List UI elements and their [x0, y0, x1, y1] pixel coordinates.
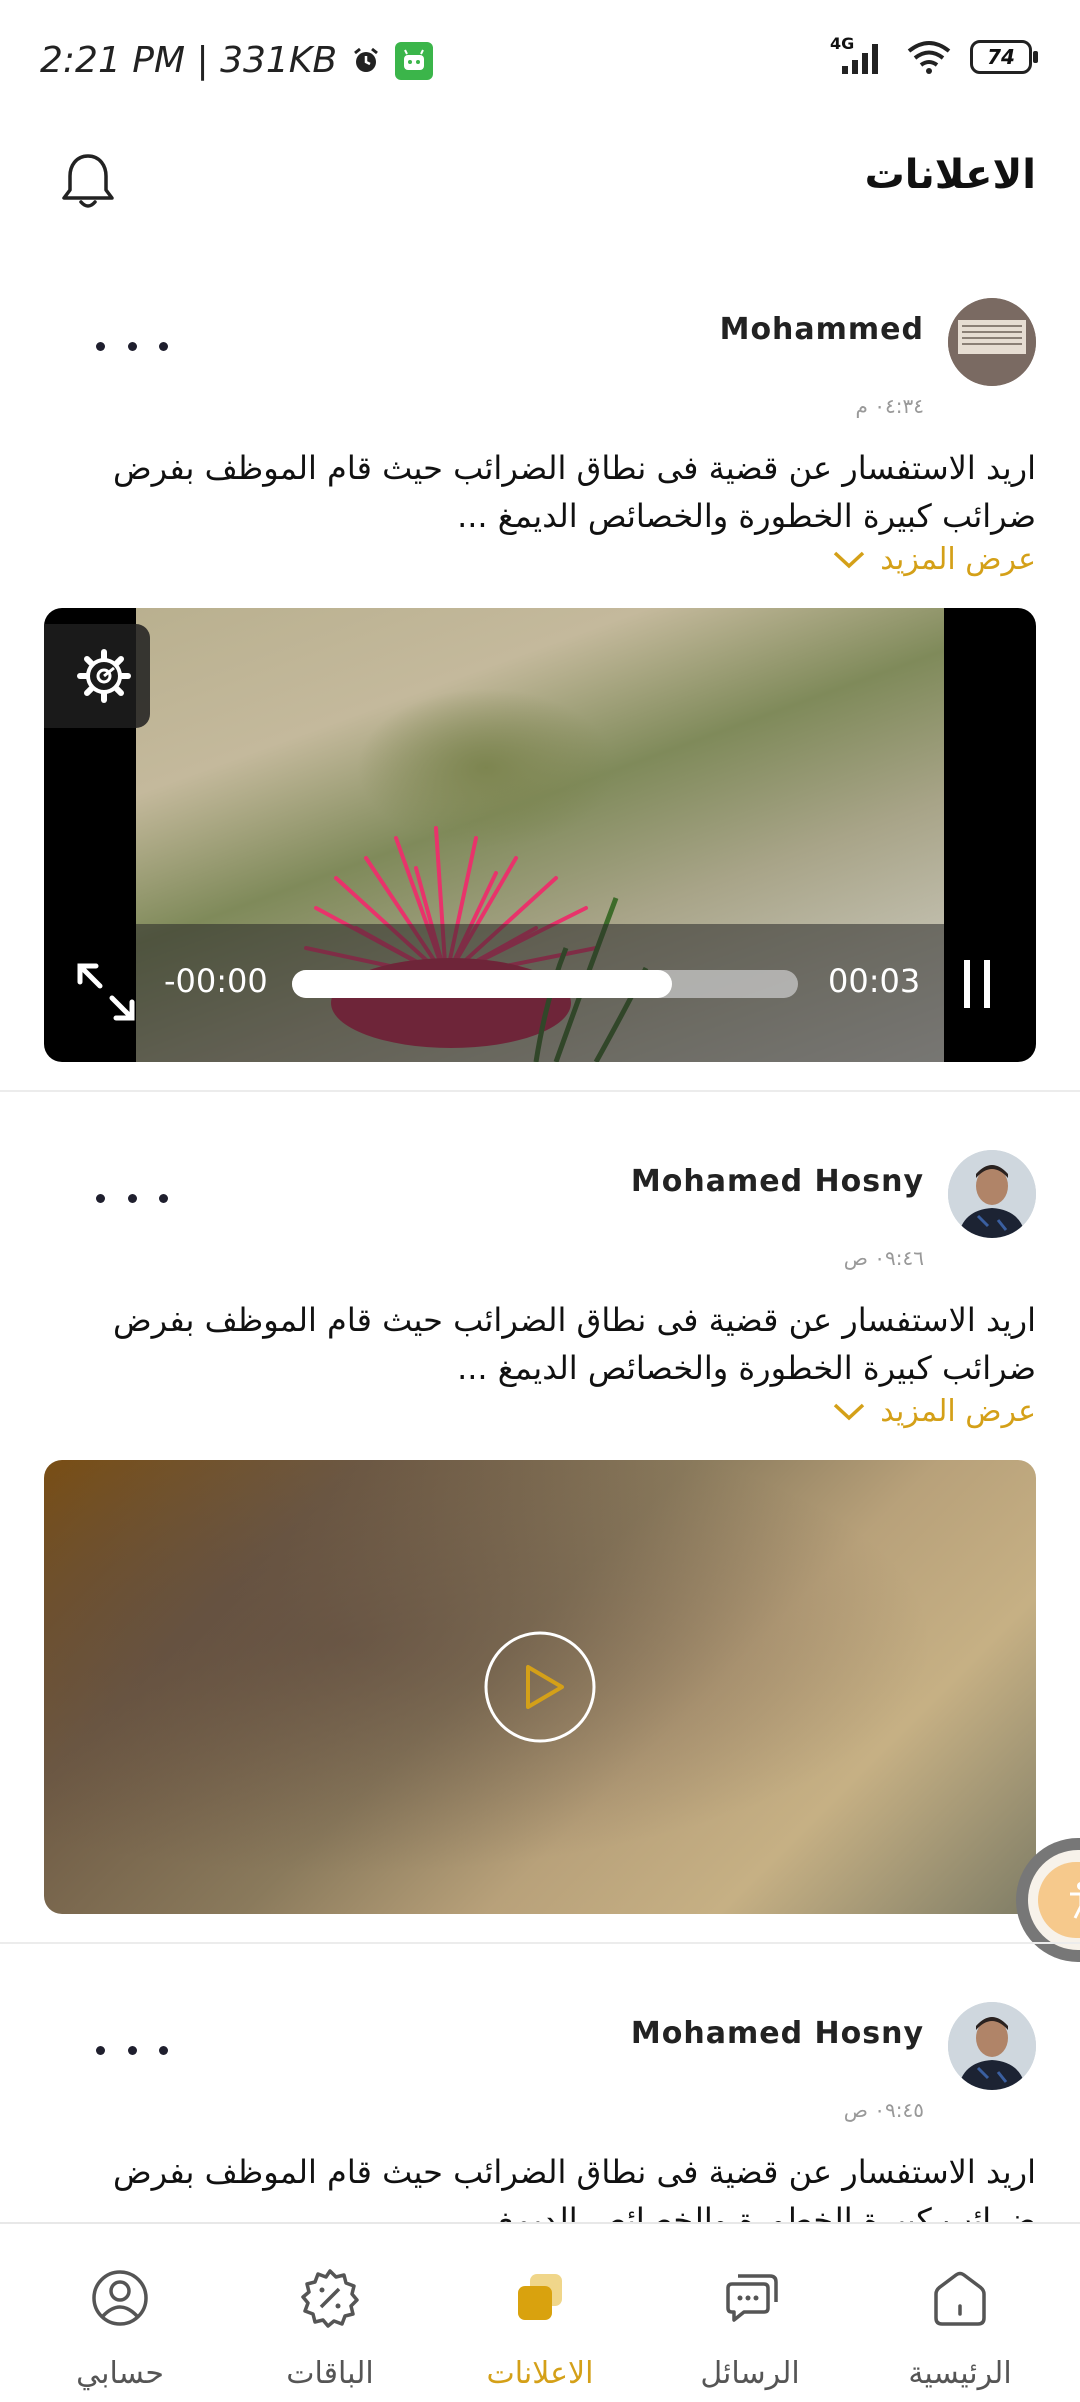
- avatar[interactable]: [948, 1150, 1036, 1238]
- video-player[interactable]: -00:00 00:03: [44, 608, 1036, 1062]
- post-text: اريد الاستفسار عن قضية فى نطاق الضرائب ح…: [92, 444, 1036, 540]
- video-thumbnail[interactable]: [44, 1460, 1036, 1914]
- more-options-button[interactable]: [96, 1178, 168, 1218]
- post-card: Mohamed Hosny ٠٩:٤٦ ص اريد الاستفسار عن …: [0, 1092, 1080, 1942]
- nav-label: الرئيسية: [908, 2356, 1012, 2391]
- chevron-down-icon: [834, 551, 865, 568]
- post-text-line: ضرائب كبيرة الخطورة والخصائص الديمغ ...: [457, 2201, 1036, 2222]
- remaining-time-label: -00:00: [164, 962, 268, 1000]
- accessibility-icon: [1070, 1882, 1080, 1919]
- avatar[interactable]: [948, 2002, 1036, 2090]
- fullscreen-icon[interactable]: [74, 960, 138, 1024]
- page-title: الاعلانات: [864, 152, 1036, 198]
- discount-icon: [301, 2269, 359, 2328]
- post-author[interactable]: Mohamed Hosny: [631, 1164, 924, 1199]
- chat-icon: [726, 2274, 778, 2322]
- video-progress-track[interactable]: [292, 970, 798, 998]
- post-text-line: اريد الاستفسار عن قضية فى نطاق الضرائب ح…: [112, 1301, 1036, 1339]
- nav-item-ads[interactable]: الاعلانات: [432, 2224, 648, 2402]
- cell-signal-icon: 4G: [830, 34, 888, 76]
- wifi-icon: [907, 41, 951, 74]
- account-icon: [92, 2270, 148, 2326]
- nav-label: الباقات: [286, 2356, 374, 2391]
- post-time: ٠٩:٤٦ ص: [843, 1246, 924, 1270]
- video-progress-fill: [292, 970, 672, 998]
- post-text: اريد الاستفسار عن قضية فى نطاق الضرائب ح…: [92, 2148, 1036, 2222]
- post-time: ٠٤:٣٤ م: [855, 394, 924, 418]
- post-text-line: اريد الاستفسار عن قضية فى نطاق الضرائب ح…: [112, 449, 1036, 487]
- nav-item-packages[interactable]: الباقات: [222, 2224, 438, 2402]
- show-more-link[interactable]: عرض المزيد: [832, 542, 1036, 577]
- app-header: الاعلانات: [0, 128, 1080, 240]
- more-options-button[interactable]: [96, 2030, 168, 2070]
- nav-label: الاعلانات: [486, 2356, 594, 2391]
- show-more-label: عرض المزيد: [880, 1394, 1036, 1429]
- battery-level: 74: [987, 45, 1015, 69]
- post-text-line: اريد الاستفسار عن قضية فى نطاق الضرائب ح…: [112, 2153, 1036, 2191]
- show-more-label: عرض المزيد: [880, 542, 1036, 577]
- post-time: ٠٩:٤٥ ص: [843, 2098, 924, 2122]
- post-text-line: ضرائب كبيرة الخطورة والخصائص الديمغ ...: [457, 1349, 1036, 1387]
- post-card: Mohamed Hosny ٠٩:٤٥ ص اريد الاستفسار عن …: [0, 1944, 1080, 2222]
- nav-item-home[interactable]: الرئيسية: [852, 2224, 1068, 2402]
- ads-icon: [518, 2274, 562, 2320]
- play-icon[interactable]: [482, 1629, 598, 1745]
- home-icon: [934, 2271, 986, 2326]
- video-elapsed-time: 00:03: [828, 962, 921, 1000]
- battery-icon: 74: [970, 40, 1038, 74]
- post-text-line: ضرائب كبيرة الخطورة والخصائص الديمغ ...: [457, 497, 1036, 535]
- avatar[interactable]: [948, 298, 1036, 386]
- pause-icon[interactable]: [958, 956, 998, 1012]
- nav-item-account[interactable]: حسابي: [12, 2224, 228, 2402]
- alarm-icon: [354, 47, 379, 72]
- show-more-link[interactable]: عرض المزيد: [832, 1394, 1036, 1429]
- status-time: 2:21 PM | 331KB: [40, 40, 338, 81]
- post-text: اريد الاستفسار عن قضية فى نطاق الضرائب ح…: [92, 1296, 1036, 1392]
- gear-icon: [77, 649, 131, 703]
- more-options-button[interactable]: [96, 326, 168, 366]
- bottom-navigation: حسابي الباقات الاعلانات الرسائل الرئيسية: [0, 2222, 1080, 2402]
- status-bar: 2:21 PM | 331KB 4G 74: [0, 0, 1080, 128]
- nav-label: الرسائل: [700, 2356, 800, 2391]
- android-app-icon: [395, 41, 434, 80]
- chevron-down-icon: [834, 1403, 865, 1420]
- video-remaining-time: -00:00: [164, 962, 268, 1000]
- post-card: Mohammed ٠٤:٣٤ م اريد الاستفسار عن قضية …: [0, 240, 1080, 1090]
- nav-item-messages[interactable]: الرسائل: [642, 2224, 858, 2402]
- notification-bell-icon[interactable]: [52, 146, 124, 218]
- post-author[interactable]: Mohammed: [720, 312, 924, 347]
- settings-button[interactable]: [44, 624, 150, 728]
- nav-label: حسابي: [76, 2356, 164, 2391]
- status-right: 4G 74: [830, 34, 1038, 76]
- post-author[interactable]: Mohamed Hosny: [631, 2016, 924, 2051]
- status-left: 2:21 PM | 331KB: [40, 40, 434, 81]
